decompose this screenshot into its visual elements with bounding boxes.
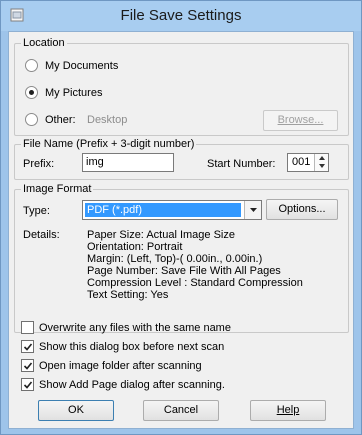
radio-my-pictures[interactable] [25,86,38,99]
open-folder-checkbox-label[interactable]: Open image folder after scanning [39,359,202,373]
prefix-input[interactable]: img [82,153,174,172]
cancel-button[interactable]: Cancel [143,400,219,421]
start-number-spinner[interactable] [314,154,328,171]
overwrite-checkbox-label[interactable]: Overwrite any files with the same name [39,321,231,335]
image-format-legend: Image Format [21,182,94,196]
type-select-selection: PDF (*.pdf) [85,203,241,217]
help-button[interactable]: Help [250,400,326,421]
open-folder-checkbox[interactable] [21,359,34,372]
browse-button-label: Browse... [277,114,324,126]
chevron-down-icon [250,208,257,212]
spin-up-icon[interactable] [315,154,329,162]
type-label: Type: [23,205,50,217]
file-name-legend: File Name (Prefix + 3-digit number) [21,137,197,151]
file-save-settings-window: File Save Settings Location My Documents… [0,0,362,435]
radio-my-pictures-label[interactable]: My Pictures [45,86,102,100]
options-button-label: Options... [278,203,326,215]
title-bar[interactable]: File Save Settings [1,1,361,31]
spin-down-icon[interactable] [315,162,329,170]
add-page-dialog-checkbox-label[interactable]: Show Add Page dialog after scanning. [39,378,225,392]
type-select[interactable]: PDF (*.pdf) [82,200,262,220]
checkmark-icon [23,381,33,389]
details-line: Text Setting: Yes [87,289,169,301]
type-select-value: PDF (*.pdf) [87,204,143,216]
start-number-label: Start Number: [207,158,276,170]
help-button-label: Help [276,404,300,416]
cancel-button-label: Cancel [163,404,199,416]
browse-button[interactable]: Browse... [263,110,338,131]
show-dialog-checkbox-label[interactable]: Show this dialog box before next scan [39,340,224,354]
radio-my-documents-label[interactable]: My Documents [45,59,118,73]
radio-other[interactable] [25,113,38,126]
image-format-group: Image Format Type: PDF (*.pdf) Options..… [14,182,349,333]
location-legend: Location [21,36,67,50]
ok-button-label: OK [68,404,84,416]
prefix-label: Prefix: [23,158,55,170]
file-name-group: File Name (Prefix + 3-digit number) Pref… [14,137,349,180]
details-label: Details: [23,229,60,241]
start-number-value: 001 [292,156,311,168]
window-title: File Save Settings [120,7,242,24]
overwrite-checkbox[interactable] [21,321,34,334]
ok-button[interactable]: OK [38,400,114,421]
type-select-arrow[interactable] [244,201,261,219]
radio-other-label[interactable]: Other: [45,113,76,127]
checkmark-icon [23,343,33,351]
radio-my-documents[interactable] [25,59,38,72]
location-group: Location My Documents My Pictures Other:… [14,36,349,136]
options-button[interactable]: Options... [266,199,338,220]
other-path-value: Desktop [87,114,128,126]
dialog-body: Location My Documents My Pictures Other:… [8,31,354,429]
add-page-dialog-checkbox[interactable] [21,378,34,391]
show-dialog-checkbox[interactable] [21,340,34,353]
checkmark-icon [23,362,33,370]
